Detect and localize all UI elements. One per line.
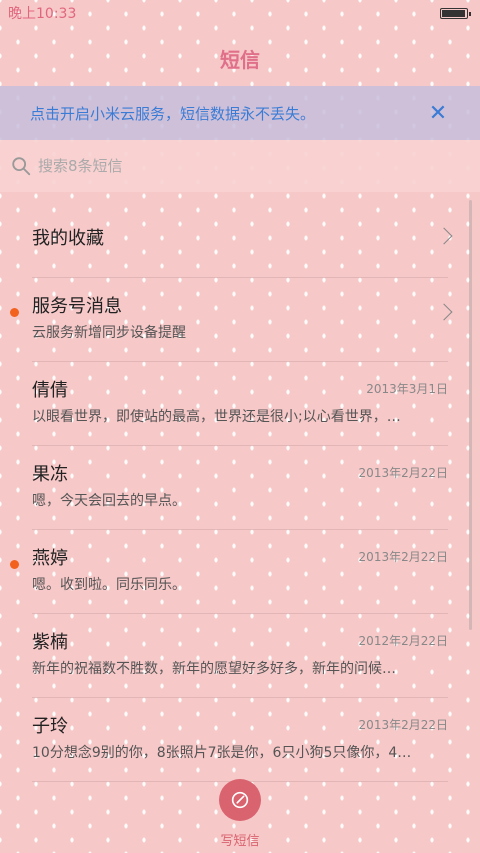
conversation-item[interactable]: 燕婷 2013年2月22日嗯。收到啦。同乐同乐。 bbox=[10, 530, 448, 614]
conversation-item[interactable]: 果冻 2013年2月22日嗯，今天会回去的早点。 bbox=[32, 446, 448, 530]
search-icon bbox=[12, 157, 31, 176]
search-bar[interactable] bbox=[0, 140, 480, 192]
compose-icon bbox=[231, 791, 249, 809]
service-messages-item[interactable]: 服务号消息 云服务新增同步设备提醒 bbox=[10, 278, 453, 362]
battery-level bbox=[442, 9, 465, 17]
banner-text[interactable]: 点击开启小米云服务，短信数据永不丢失。 bbox=[30, 103, 426, 124]
search-input[interactable] bbox=[38, 157, 470, 175]
status-time: 晚上10:33 bbox=[8, 6, 77, 22]
unread-dot bbox=[10, 308, 19, 317]
message-snippet: 以眼看世界，即使站的最高，世界还是很小;以心看世界，… bbox=[32, 409, 401, 425]
conversation-item[interactable]: 紫楠 2012年2月22日新年的祝福数不胜数，新年的愿望好多好多，新年的问候… bbox=[32, 614, 448, 698]
contact-name: 果冻 bbox=[32, 464, 68, 485]
favorites-item[interactable]: 我的收藏 bbox=[32, 194, 453, 278]
message-date: 2013年3月1日 bbox=[366, 382, 448, 396]
conversation-list: 我的收藏 服务号消息 云服务新增同步设备提醒 倩倩 2013年3月1日以眼看世界，… bbox=[0, 194, 480, 782]
favorites-label: 我的收藏 bbox=[32, 228, 104, 249]
scrollbar[interactable] bbox=[469, 200, 472, 630]
contact-name: 紫楠 bbox=[32, 632, 68, 653]
message-date: 2013年2月22日 bbox=[358, 466, 448, 480]
cloud-service-banner[interactable]: 点击开启小米云服务，短信数据永不丢失。 ✕ bbox=[0, 86, 480, 140]
message-snippet: 嗯，今天会回去的早点。 bbox=[32, 493, 186, 509]
page-title: 短信 bbox=[220, 48, 260, 72]
unread-dot bbox=[10, 560, 19, 569]
message-date: 2013年2月22日 bbox=[358, 550, 448, 564]
contact-name: 燕婷 bbox=[32, 548, 68, 569]
contact-name: 子玲 bbox=[32, 716, 68, 737]
message-date: 2012年2月22日 bbox=[358, 634, 448, 648]
close-icon[interactable]: ✕ bbox=[426, 101, 450, 126]
message-date: 2013年2月22日 bbox=[358, 718, 448, 732]
status-bar: 晚上10:33 bbox=[0, 0, 480, 26]
chevron-right-icon bbox=[435, 227, 453, 245]
chevron-right-icon bbox=[435, 303, 453, 321]
message-snippet: 10分想念9别的你，8张照片7张是你，6只小狗5只像你，4… bbox=[32, 745, 412, 761]
compose-label: 写短信 bbox=[220, 834, 260, 849]
service-messages-snippet: 云服务新增同步设备提醒 bbox=[32, 325, 186, 341]
compose-button[interactable] bbox=[219, 779, 261, 821]
service-messages-label: 服务号消息 bbox=[32, 296, 122, 317]
conversation-item[interactable]: 子玲 2013年2月22日 10分想念9别的你，8张照片7张是你，6只小狗5只像你，… bbox=[32, 698, 448, 782]
conversation-item[interactable]: 倩倩 2013年3月1日以眼看世界，即使站的最高，世界还是很小;以心看世界，… bbox=[32, 362, 448, 446]
contact-name: 倩倩 bbox=[32, 380, 68, 401]
message-snippet: 嗯。收到啦。同乐同乐。 bbox=[32, 577, 186, 593]
message-snippet: 新年的祝福数不胜数，新年的愿望好多好多，新年的问候… bbox=[32, 661, 396, 677]
battery-icon bbox=[440, 7, 471, 19]
